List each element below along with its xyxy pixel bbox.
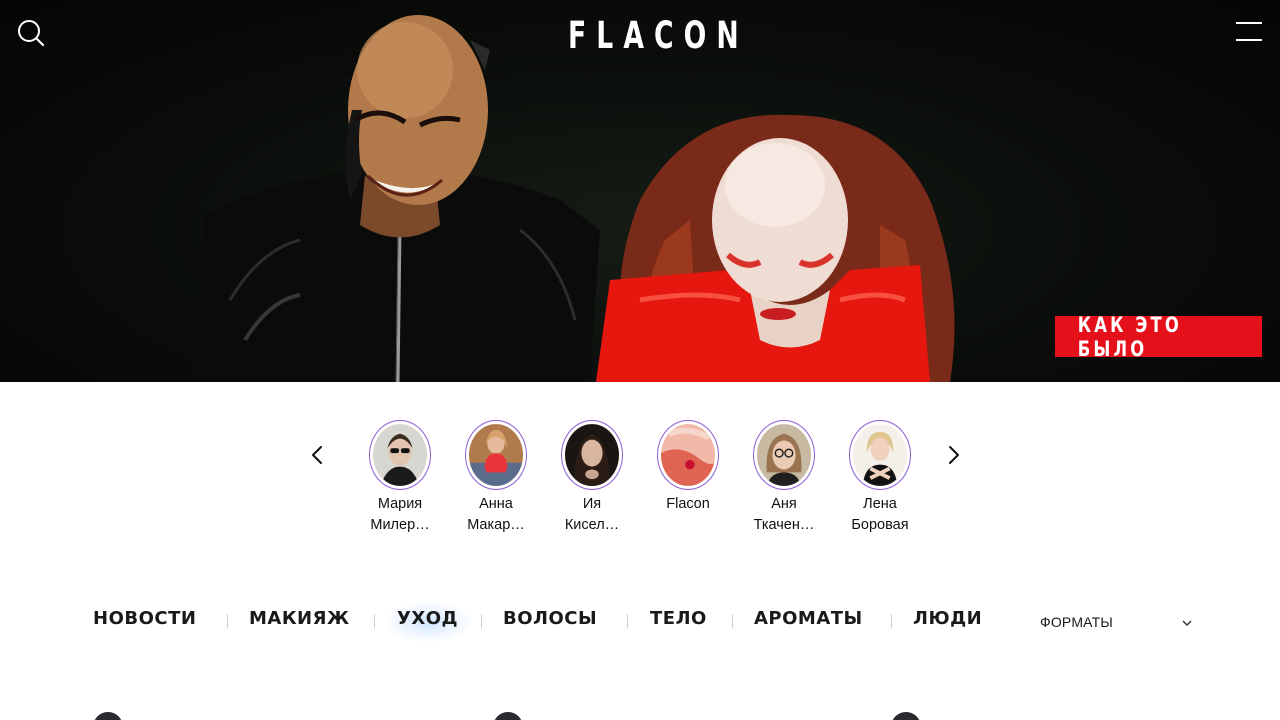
story-item[interactable]: Лена Боровая (832, 420, 928, 536)
category-body[interactable]: ТЕЛО (650, 608, 707, 629)
hero-tag-button[interactable]: КАК ЭТО БЫЛО (1055, 313, 1262, 361)
story-name-line2: Кисел… (564, 517, 620, 533)
story-name-line1: Flacon (666, 496, 710, 512)
category-care[interactable]: УХОД (397, 608, 458, 629)
story-name-line1: Анна (479, 496, 513, 512)
menu-button[interactable] (1234, 20, 1264, 44)
author-avatar[interactable] (93, 712, 123, 720)
search-button[interactable] (16, 18, 46, 48)
category-divider (891, 614, 892, 628)
category-divider (227, 614, 228, 628)
story-name-line2: Ткачен… (753, 517, 815, 533)
chevron-right-icon (949, 446, 959, 464)
story-name-line2: Макар… (467, 517, 525, 533)
hamburger-menu-icon (1236, 22, 1262, 41)
category-fragrances[interactable]: АРОМАТЫ (754, 608, 863, 629)
stories-prev-button[interactable] (308, 444, 328, 466)
story-avatar (753, 420, 815, 490)
story-avatar (465, 420, 527, 490)
formats-dropdown[interactable]: ФОРМАТЫ (1040, 614, 1196, 634)
category-people[interactable]: ЛЮДИ (913, 608, 982, 629)
formats-label: ФОРМАТЫ (1040, 614, 1113, 630)
site-logo[interactable]: FLACON (568, 14, 739, 57)
author-avatar[interactable] (493, 712, 523, 720)
story-name-line2: Боровая (851, 517, 909, 533)
story-avatar (369, 420, 431, 490)
category-divider (627, 614, 628, 628)
stories-next-button[interactable] (943, 444, 963, 466)
story-item[interactable]: Аня Ткачен… (736, 420, 832, 536)
chevron-down-icon (1182, 620, 1192, 626)
story-avatar (561, 420, 623, 490)
chevron-left-icon (312, 446, 322, 464)
story-item[interactable]: Flacon (640, 420, 736, 515)
story-item[interactable]: Мария Милер… (352, 420, 448, 536)
story-avatar (657, 420, 719, 490)
story-avatar (849, 420, 911, 490)
category-news[interactable]: НОВОСТИ (93, 608, 196, 629)
category-divider (732, 614, 733, 628)
category-nav: НОВОСТИ МАКИЯЖ УХОД ВОЛОСЫ ТЕЛО АРОМАТЫ … (0, 600, 1280, 642)
story-name-line1: Аня (771, 496, 797, 512)
category-hair[interactable]: ВОЛОСЫ (503, 608, 597, 629)
hero-banner[interactable]: FLACON КАК ЭТО БЫЛО (0, 0, 1280, 382)
stories-carousel: Мария Милер… Анна Макар… Ия Кисел… Flaco… (300, 418, 980, 538)
story-name-line2: Милер… (370, 517, 430, 533)
search-icon (18, 20, 45, 47)
story-item[interactable]: Анна Макар… (448, 420, 544, 536)
story-name-line1: Лена (863, 496, 897, 512)
hero-tag-label: КАК ЭТО БЫЛО (1077, 312, 1182, 361)
category-divider (374, 614, 375, 628)
story-name-line1: Ия (582, 496, 602, 512)
category-makeup[interactable]: МАКИЯЖ (249, 608, 350, 629)
story-item[interactable]: Ия Кисел… (544, 420, 640, 536)
author-avatar[interactable] (891, 712, 921, 720)
story-name-line1: Мария (377, 496, 423, 512)
category-divider (481, 614, 482, 628)
